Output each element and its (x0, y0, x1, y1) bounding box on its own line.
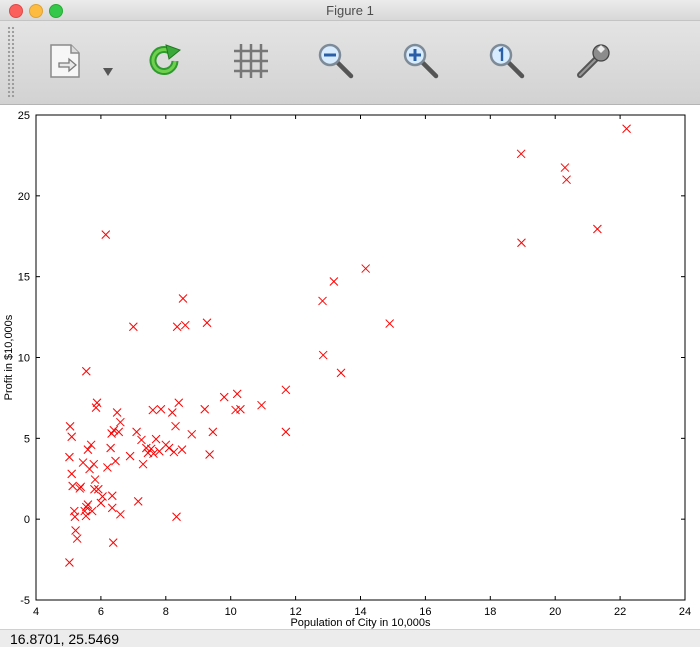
toolbar-grip[interactable] (7, 26, 15, 98)
x-tick-label: 10 (225, 606, 237, 618)
y-tick-label: 0 (24, 514, 30, 526)
refresh-button[interactable] (145, 41, 185, 81)
zoom-reset-button[interactable] (487, 41, 527, 81)
settings-wrench-icon (577, 44, 610, 78)
figure-canvas[interactable]: 4 6 8 10 12 14 16 18 20 22 24 -5 0 5 10 15 20 25 Populati… (0, 105, 700, 629)
y-tick-label: 20 (18, 191, 30, 203)
scatter-chart[interactable]: 4 6 8 10 12 14 16 18 20 22 24-50510152025 Populati… (0, 105, 700, 629)
x-axis-label: Population of City in 10,000s (290, 617, 431, 629)
x-tick-label: 20 (549, 606, 561, 618)
y-tick-label: 15 (18, 272, 30, 284)
save-icon (50, 44, 80, 78)
title-bar: Figure 1 (0, 0, 700, 21)
y-tick-label: -5 (20, 595, 30, 607)
zoom-in-icon (403, 43, 439, 79)
grid-icon (234, 44, 268, 78)
y-tick-label: 5 (24, 433, 30, 445)
x-tick-label: 6 (98, 606, 104, 618)
x-tick-label: 22 (614, 606, 626, 618)
x-tick-label: 4 (33, 606, 39, 618)
zoom-out-button[interactable] (316, 41, 356, 81)
window-title: Figure 1 (326, 3, 374, 18)
settings-button[interactable] (573, 41, 613, 81)
save-button[interactable] (45, 41, 85, 81)
axes-frame (35, 114, 686, 601)
y-tick-label: 10 (18, 353, 30, 365)
y-axis-label: Profit in $10,000s (3, 314, 15, 400)
status-bar: 16.8701, 25.5469 (0, 629, 700, 647)
toolbar (0, 21, 700, 105)
x-tick-label: 8 (163, 606, 169, 618)
zoom-out-icon (318, 43, 354, 79)
y-tick-label: 25 (18, 110, 30, 122)
chevron-down-icon[interactable] (103, 68, 113, 76)
refresh-icon (149, 44, 182, 75)
zoom-in-button[interactable] (401, 41, 441, 81)
x-tick-label: 24 (679, 606, 691, 618)
x-tick-label: 18 (484, 606, 496, 618)
grid-button[interactable] (231, 41, 271, 81)
zoom-reset-icon (489, 43, 525, 79)
cursor-coordinates: 16.8701, 25.5469 (10, 631, 119, 647)
